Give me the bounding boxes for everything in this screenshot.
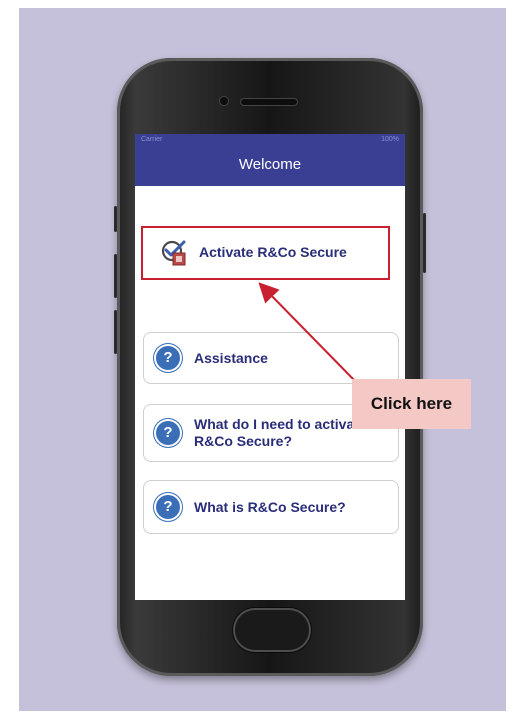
click-here-callout: Click here [352, 379, 471, 429]
pointer-arrow [258, 282, 357, 383]
